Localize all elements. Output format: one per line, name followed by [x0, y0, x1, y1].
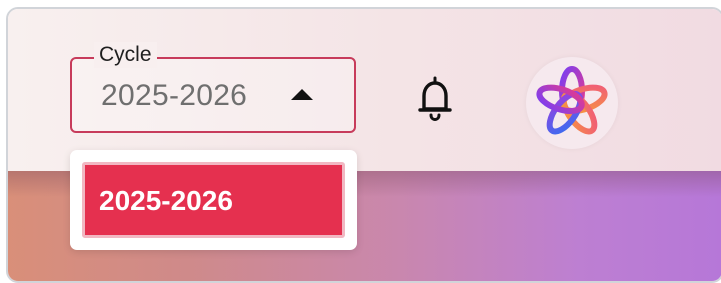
flower-logo-icon: [536, 66, 608, 135]
cycle-label: Cycle: [94, 42, 157, 68]
cycle-dropdown-menu: 2025-2026: [70, 150, 357, 250]
caret-up-icon[interactable]: [291, 89, 313, 100]
bell-icon[interactable]: [416, 75, 454, 123]
cycle-selected-value: 2025-2026: [101, 79, 248, 112]
cycle-select[interactable]: Cycle 2025-2026: [70, 42, 356, 133]
app-frame: Cycle 2025-2026 2025-2026: [6, 7, 721, 283]
avatar[interactable]: [526, 57, 618, 149]
cycle-option-label: 2025-2026: [99, 185, 233, 216]
cycle-option[interactable]: 2025-2026: [82, 162, 345, 238]
